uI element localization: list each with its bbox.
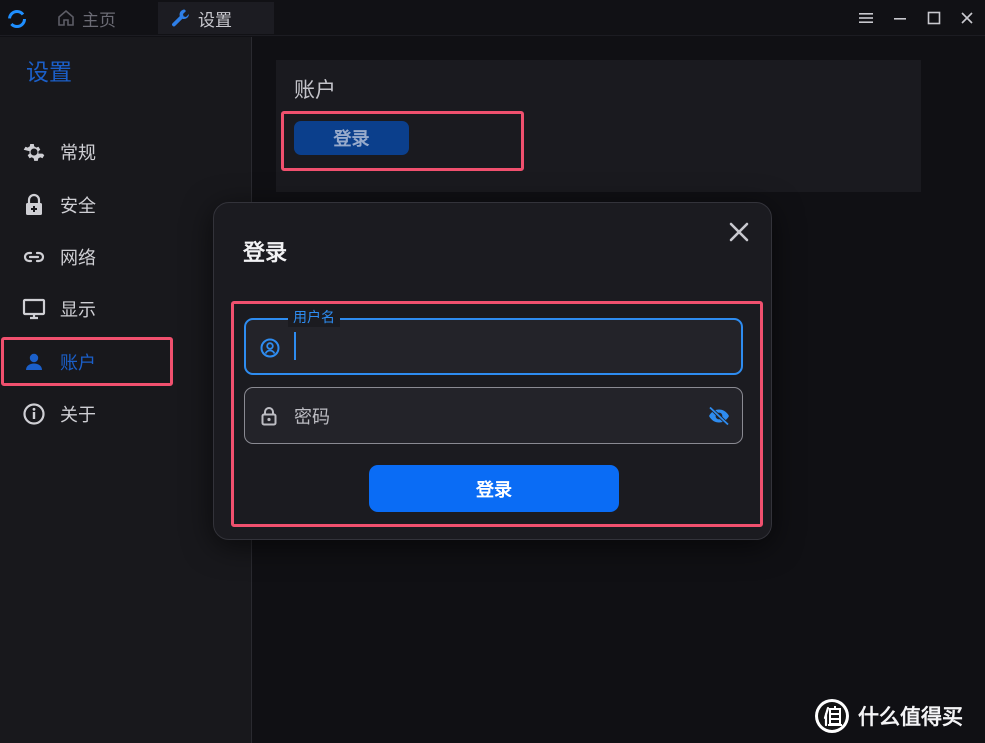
- tab-home[interactable]: 主页: [44, 2, 128, 34]
- login-submit-button[interactable]: 登录: [369, 465, 619, 512]
- password-placeholder: 密码: [294, 407, 330, 428]
- login-dialog: 登录 用户名 密码 登录: [213, 202, 772, 540]
- gear-icon: [23, 144, 45, 161]
- menu-button[interactable]: [854, 6, 878, 30]
- account-card-title: 账户: [294, 78, 336, 102]
- sidebar-item-network[interactable]: 网络: [8, 237, 244, 277]
- sidebar-item-general[interactable]: 常规: [8, 132, 244, 172]
- watermark-logo-icon: [815, 699, 849, 733]
- lock-icon: [26, 193, 42, 215]
- monitor-icon: [22, 298, 46, 320]
- app-logo-icon: [8, 10, 26, 28]
- tab-settings[interactable]: 设置: [158, 2, 274, 34]
- sidebar-item-display[interactable]: 显示: [8, 289, 244, 329]
- info-icon: [23, 403, 45, 425]
- login-dialog-title: 登录: [243, 241, 288, 266]
- account-card: 账户 登录: [276, 60, 921, 192]
- username-field[interactable]: 用户名: [244, 309, 743, 375]
- text-caret: [294, 332, 296, 360]
- sidebar-item-label: 常规: [60, 143, 96, 164]
- account-login-button[interactable]: 登录: [294, 121, 409, 155]
- watermark: 什么值得买: [814, 698, 963, 734]
- user-icon: [26, 353, 42, 370]
- home-icon: [58, 9, 74, 26]
- menu-icon: [859, 13, 873, 23]
- link-icon: [23, 251, 45, 263]
- sidebar-item-label: 账户: [60, 353, 96, 374]
- close-icon: [961, 12, 973, 24]
- sidebar-item-about[interactable]: 关于: [8, 394, 244, 434]
- username-label: 用户名: [288, 309, 340, 327]
- title-bar: 主页 设置: [0, 0, 985, 36]
- sidebar-item-label: 安全: [60, 196, 96, 217]
- user-circle-icon: [260, 338, 280, 358]
- tab-home-label: 主页: [82, 10, 116, 31]
- minimize-button[interactable]: [888, 6, 912, 30]
- eye-off-icon[interactable]: [707, 405, 731, 427]
- sidebar-title: 设置: [26, 60, 72, 86]
- lock-icon: [261, 407, 277, 426]
- close-icon[interactable]: [726, 219, 752, 245]
- sidebar-item-label: 显示: [60, 300, 96, 321]
- maximize-icon: [927, 11, 941, 25]
- maximize-button[interactable]: [922, 6, 946, 30]
- sidebar-item-label: 网络: [60, 248, 96, 269]
- sidebar-item-account[interactable]: 账户: [8, 342, 244, 382]
- sidebar-item-security[interactable]: 安全: [8, 185, 244, 225]
- sidebar-item-label: 关于: [60, 405, 96, 426]
- tab-settings-label: 设置: [198, 10, 232, 31]
- wrench-icon: [172, 9, 189, 27]
- watermark-text: 什么值得买: [858, 705, 963, 729]
- minimize-icon: [894, 18, 906, 20]
- close-window-button[interactable]: [955, 6, 979, 30]
- password-field[interactable]: 密码: [244, 387, 743, 444]
